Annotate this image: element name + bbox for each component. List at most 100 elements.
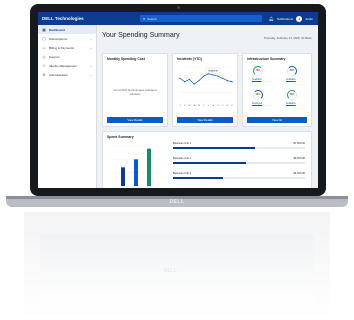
incidents-data-point[interactable] (231, 81, 233, 83)
dell-logo: DELL (169, 199, 185, 205)
search-icon: ⌕ (143, 15, 146, 21)
incidents-data-point[interactable] (179, 77, 181, 79)
card-message: For all Dell Technologies managed soluti… (113, 88, 157, 96)
donut-gauge: 65% (287, 90, 297, 100)
card-title: Infrastructure Summary (247, 57, 286, 61)
view-details-button[interactable]: View Details (107, 117, 163, 123)
chevron-down-icon: ⌄ (89, 45, 92, 50)
brand-logo[interactable]: DELL Technologies (42, 16, 102, 21)
laptop-screen: DELL Technologies ⌕ Search 🔔︎ Notificati… (38, 12, 318, 188)
x-tick-label: O (222, 105, 224, 107)
spend-row-amount: $7,500.00 (293, 142, 305, 145)
gauge-label-link[interactable]: Available (252, 78, 262, 81)
spend-bar[interactable] (147, 148, 151, 186)
chevron-down-icon: ⌄ (89, 63, 92, 68)
sidebar-item-label: Billing & Payments (49, 45, 75, 50)
search-input[interactable]: ⌕ Search (140, 15, 262, 22)
user-menu[interactable]: Justin (305, 17, 313, 21)
x-tick-label: M (189, 105, 191, 107)
spend-row-name: Business Unit 1 (173, 142, 192, 145)
x-tick-label: F (184, 105, 186, 107)
page-title: Your Spending Summary (102, 32, 180, 39)
incidents-card: Incidents (YTD) JFMAMJJASOND Incidents V… (172, 53, 238, 127)
card-title: Spend Summary (107, 135, 134, 139)
gauge-label-link[interactable]: Available (286, 102, 296, 105)
incidents-data-point[interactable] (226, 80, 228, 82)
card-title: Incidents (YTD) (177, 57, 202, 61)
incidents-data-point[interactable] (207, 73, 209, 75)
sidebar-item-label: Dashboard (49, 27, 65, 32)
sidebar-item-administration[interactable]: ⚙ Administration ⌄ (38, 70, 96, 79)
spend-bar-chart (109, 145, 163, 187)
chevron-down-icon: ⌄ (89, 72, 92, 77)
x-tick-label: A (193, 104, 195, 107)
subscriptions-icon: ▢ (42, 36, 46, 41)
sidebar: ▦ Dashboard ▢ Subscriptions ⌄ ▭ Billing … (38, 25, 97, 188)
sidebar-item-support[interactable]: ◎ Support (38, 52, 96, 61)
spend-progress-fill (173, 147, 255, 149)
spend-row: Business Unit 2 $6,500.00 (173, 157, 305, 167)
sidebar-item-label: Identity Management (49, 63, 78, 68)
incidents-line-chart: JFMAMJJASOND Incidents (179, 66, 233, 107)
administration-icon: ⚙ (42, 72, 46, 77)
topbar-actions: 🔔︎ Notifications J Justin (269, 15, 313, 22)
spend-row-name: Business Unit 2 (173, 157, 192, 160)
monthly-spending-card: Monthly Spending Cost For all Dell Techn… (102, 53, 168, 127)
incidents-data-point[interactable] (198, 80, 200, 82)
support-icon: ◎ (42, 54, 46, 59)
sidebar-item-label: Administration (49, 72, 69, 77)
incidents-series-line (179, 73, 233, 85)
incidents-data-point[interactable] (193, 83, 195, 85)
donut-gauge: 25% (253, 90, 263, 100)
spend-progress-fill (173, 177, 224, 179)
sidebar-item-identity[interactable]: ⚇ Identity Management ⌄ (38, 61, 96, 70)
gauge-label-link[interactable]: Available (286, 78, 296, 81)
donut-gauge: 30% (287, 66, 297, 76)
chart-tooltip-label: Incidents (208, 70, 218, 73)
infrastructure-summary-card: Infrastructure Summary 70% Available 30%… (242, 53, 312, 127)
view-details-button[interactable]: View Details (177, 117, 233, 123)
sidebar-item-label: Subscriptions (49, 36, 68, 41)
laptop-lid: DELL Technologies ⌕ Search 🔔︎ Notificati… (30, 4, 326, 196)
incidents-data-point[interactable] (188, 78, 191, 81)
laptop-reflection: DELL (24, 212, 330, 320)
top-navigation-bar: DELL Technologies ⌕ Search 🔔︎ Notificati… (38, 12, 318, 25)
billing-icon: ▭ (42, 45, 46, 50)
spend-bar[interactable] (121, 167, 125, 186)
sidebar-item-subscriptions[interactable]: ▢ Subscriptions ⌄ (38, 34, 96, 43)
spend-row-amount: $4,500.00 (293, 172, 305, 175)
x-tick-label: J (203, 105, 204, 107)
incidents-data-point[interactable] (203, 75, 205, 77)
spend-row-name: Business Unit 3 (173, 172, 192, 175)
sidebar-item-dashboard[interactable]: ▦ Dashboard (38, 25, 96, 34)
incidents-data-point[interactable] (221, 77, 224, 79)
x-tick-label: J (208, 105, 209, 107)
x-tick-label: A (212, 104, 214, 107)
incidents-data-point[interactable] (212, 74, 214, 76)
bell-icon[interactable]: 🔔︎ (269, 16, 274, 21)
avatar[interactable]: J (296, 15, 303, 22)
page-date: Thursday, February 13, 2025, 10:00am (263, 36, 312, 40)
gauge-label-link[interactable]: Deployed (252, 102, 262, 105)
main-content: Your Spending Summary Thursday, February… (96, 25, 318, 188)
spend-row: Business Unit 3 $4,500.00 (173, 172, 305, 182)
incidents-data-point[interactable] (217, 75, 219, 77)
donut-gauge: 70% (253, 66, 263, 76)
dashboard-icon: ▦ (42, 27, 46, 32)
spend-row: Business Unit 1 $7,500.00 (173, 142, 305, 152)
x-tick-label: M (198, 105, 200, 107)
search-placeholder: Search (147, 16, 157, 21)
view-all-button[interactable]: View All (247, 117, 307, 123)
spend-row-amount: $6,500.00 (293, 157, 305, 160)
spend-bar[interactable] (134, 159, 138, 186)
incidents-data-point[interactable] (184, 81, 186, 83)
identity-icon: ⚇ (42, 63, 46, 68)
sidebar-item-label: Support (49, 54, 60, 59)
spend-progress-track (173, 177, 305, 179)
sidebar-item-billing[interactable]: ▭ Billing & Payments ⌄ (38, 43, 96, 52)
webcam (177, 6, 180, 9)
card-title: Monthly Spending Cost (107, 57, 145, 61)
spend-progress-fill (173, 162, 246, 164)
notifications-link[interactable]: Notifications (277, 17, 293, 21)
x-tick-label: D (231, 105, 233, 107)
